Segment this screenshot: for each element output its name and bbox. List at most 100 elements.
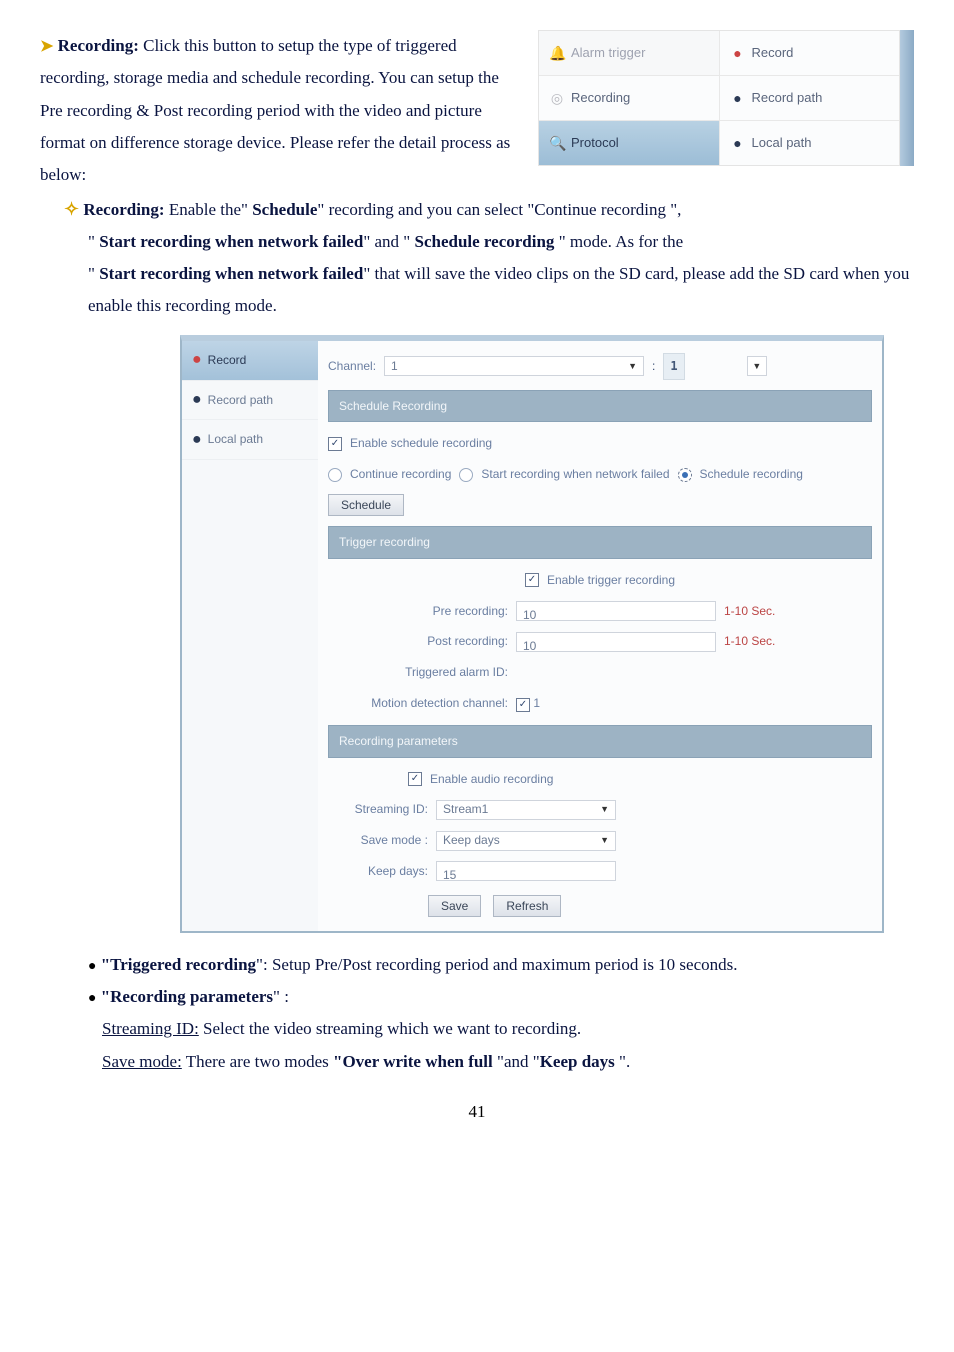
keep-days-label: Keep days: (328, 860, 428, 883)
secondary-select[interactable]: ▼ (747, 356, 767, 376)
text-bold: Start recording when network failed (99, 232, 363, 251)
pre-recording-input[interactable]: 10 (516, 601, 716, 621)
tab-local-path[interactable]: ● Local path (720, 121, 900, 165)
channel-select[interactable]: 1 ▼ (384, 356, 644, 376)
tab-record-path-label: Record path (752, 86, 823, 111)
start-when-network-failed-label: Start recording when network failed (481, 463, 669, 486)
tab-recording[interactable]: ◎ Recording (539, 76, 719, 121)
arrow-bullet-icon: ➤ (40, 38, 53, 55)
text-frag: " (88, 232, 99, 251)
start-when-network-failed-radio[interactable] (459, 468, 473, 482)
streaming-id-desc: Select the video streaming which we want… (199, 1019, 581, 1038)
post-recording-input[interactable]: 10 (516, 632, 716, 652)
chevron-down-icon: ▼ (752, 358, 761, 375)
tape-icon: ◎ (549, 90, 565, 106)
section-recording-parameters: Recording parameters (328, 725, 872, 758)
channel-number-badge: 1 (663, 353, 684, 380)
enable-trigger-label: Enable trigger recording (547, 569, 675, 592)
text-frag: ". (619, 1052, 630, 1071)
range-hint: 1-10 Sec. (724, 600, 872, 623)
recording-sub-heading: Recording: (83, 200, 164, 219)
text-bold: Start recording when network failed (99, 264, 363, 283)
tab-record-path[interactable]: ● Record path (720, 76, 900, 121)
chevron-down-icon: ▼ (600, 832, 609, 849)
tab-alarm-label: Alarm trigger (571, 41, 645, 66)
text-frag: Enable the" (165, 200, 253, 219)
enable-schedule-checkbox[interactable]: ✓ (328, 437, 342, 451)
section-trigger-recording: Trigger recording (328, 526, 872, 559)
schedule-button[interactable]: Schedule (328, 494, 404, 516)
save-mode-select[interactable]: Keep days ▼ (436, 831, 616, 851)
tab-recording-label: Recording (571, 86, 630, 111)
select-value: Keep days (443, 829, 500, 852)
input-value: 10 (523, 608, 536, 622)
chevron-down-icon: ▼ (600, 801, 609, 818)
text-frag: " mode. As for the (554, 232, 683, 251)
tab-protocol-label: Protocol (571, 131, 619, 156)
record-dot-icon: ● (192, 355, 202, 365)
triggered-text: ": Setup Pre/Post recording period and m… (256, 955, 737, 974)
enable-schedule-label: Enable schedule recording (350, 432, 492, 455)
text-frag: "and " (497, 1052, 540, 1071)
bullet-icon: ● (88, 991, 96, 1006)
channel-label: Channel: (328, 355, 376, 378)
record-settings-panel: ● Record ● Record path ● Local path Chan… (180, 335, 884, 933)
text-bold: Keep days (540, 1052, 619, 1071)
text-frag: " recording and you can select "Continue… (317, 200, 681, 219)
triggered-alarm-id-label: Triggered alarm ID: (328, 661, 508, 684)
pre-recording-label: Pre recording: (328, 600, 508, 623)
tab-protocol[interactable]: 🔍 Protocol (539, 121, 719, 165)
channel-value: 1 (391, 355, 398, 378)
save-mode-label: Save mode : (328, 829, 428, 852)
streaming-id-underline: Streaming ID: (102, 1019, 199, 1038)
sidebar-item-label: Local path (208, 428, 263, 451)
enable-audio-label: Enable audio recording (430, 768, 553, 791)
continue-recording-radio[interactable] (328, 468, 342, 482)
tab-record[interactable]: ● Record (720, 31, 900, 76)
bullet-icon: ● (192, 435, 202, 445)
post-recording-label: Post recording: (328, 630, 508, 653)
enable-audio-checkbox[interactable]: ✓ (408, 772, 422, 786)
select-value: Stream1 (443, 798, 488, 821)
input-value: 10 (523, 639, 536, 653)
bullet-icon: ● (192, 395, 202, 405)
save-button[interactable]: Save (428, 895, 481, 917)
triggered-heading: "Triggered recording (101, 955, 256, 974)
recording-heading: Recording: (58, 36, 139, 55)
streaming-id-select[interactable]: Stream1 ▼ (436, 800, 616, 820)
chevron-down-icon: ▼ (628, 358, 637, 375)
keep-days-input[interactable]: 15 (436, 861, 616, 881)
schedule-recording-label: Schedule recording (700, 463, 803, 486)
recording-desc: Click this button to setup the type of t… (40, 36, 510, 184)
continue-recording-label: Continue recording (350, 463, 451, 486)
bullet-icon: ● (88, 959, 96, 974)
motion-channel-1-label: 1 (533, 696, 540, 710)
tab-local-path-label: Local path (752, 131, 812, 156)
bullet-icon: ● (730, 135, 746, 151)
diamond-bullet-icon: ✧ (64, 199, 79, 219)
sidebar-item-local-path[interactable]: ● Local path (182, 420, 318, 460)
streaming-id-label: Streaming ID: (328, 798, 428, 821)
text-frag: " (88, 264, 99, 283)
tab-alarm-trigger[interactable]: 🔔 Alarm trigger (539, 31, 719, 76)
sidebar-item-record-path[interactable]: ● Record path (182, 381, 318, 421)
input-value: 15 (443, 868, 456, 882)
motion-channel-1-checkbox[interactable]: ✓ (516, 698, 530, 712)
text-frag: " : (273, 987, 289, 1006)
refresh-button[interactable]: Refresh (493, 895, 561, 917)
top-tab-panel: 🔔 Alarm trigger ◎ Recording 🔍 Protocol ●… (538, 30, 914, 166)
params-heading: "Recording parameters (101, 987, 273, 1006)
sidebar-item-label: Record (208, 349, 247, 372)
window-edge (900, 30, 914, 166)
magnify-icon: 🔍 (549, 135, 565, 151)
motion-detection-label: Motion detection channel: (328, 692, 508, 715)
sidebar-item-label: Record path (208, 389, 273, 412)
text-frag: There are two modes (182, 1052, 333, 1071)
schedule-recording-radio[interactable] (678, 468, 692, 482)
section-schedule-recording: Schedule Recording (328, 390, 872, 423)
text-bold: "Over write when full (333, 1052, 497, 1071)
tab-record-label: Record (752, 41, 794, 66)
enable-trigger-checkbox[interactable]: ✓ (525, 573, 539, 587)
save-mode-underline: Save mode: (102, 1052, 182, 1071)
sidebar-item-record[interactable]: ● Record (182, 341, 318, 381)
